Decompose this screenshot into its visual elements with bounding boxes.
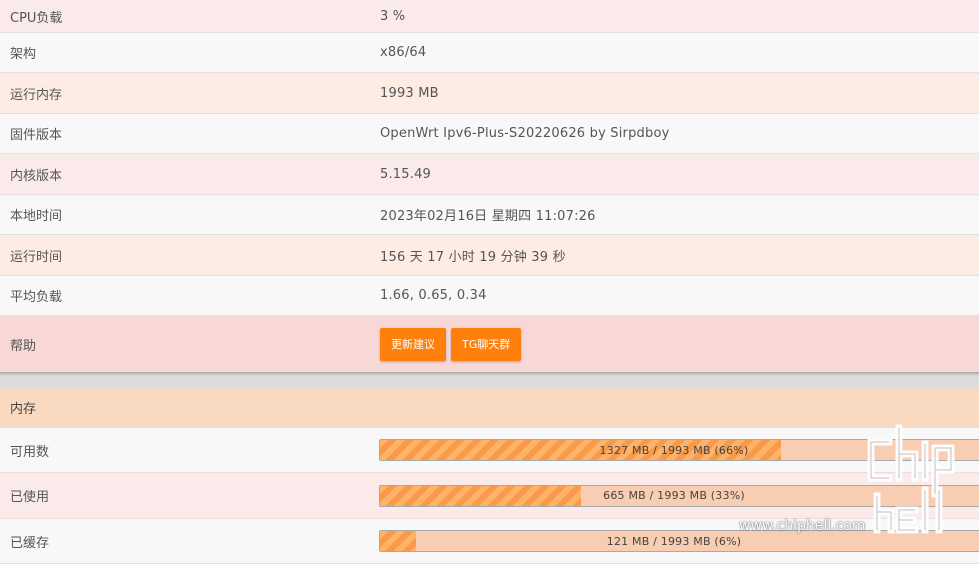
- row-label: 帮助: [10, 338, 37, 354]
- row-label: 运行内存: [10, 87, 63, 103]
- chiphell-watermark: www.chiphell.com: [739, 420, 969, 540]
- section-title: 内存: [10, 402, 37, 417]
- row-label: 已使用: [10, 490, 50, 505]
- section-separator: [0, 372, 979, 387]
- row-label: 平均负载: [10, 290, 63, 305]
- status-row-loadavg: 平均负载 1.66, 0.65, 0.34: [0, 276, 979, 316]
- row-label: 架构: [10, 47, 37, 62]
- row-label: 可用数: [10, 444, 50, 460]
- row-value: 2023年02月16日 星期四 11:07:26: [380, 209, 596, 224]
- row-value: OpenWrt Ipv6-Plus-S20220626 by Sirpdboy: [380, 126, 670, 141]
- row-value: 5.15.49: [380, 166, 432, 182]
- row-value: 1.66, 0.65, 0.34: [380, 288, 487, 303]
- status-row-memory: 运行内存 1993 MB: [0, 73, 979, 114]
- row-label: 内核版本: [10, 168, 63, 184]
- row-value: 156 天 17 小时 19 分钟 39 秒: [380, 249, 566, 265]
- tg-chat-group-button[interactable]: TG聊天群: [451, 327, 522, 361]
- row-label: 固件版本: [10, 128, 63, 143]
- status-row-firmware: 固件版本 OpenWrt Ipv6-Plus-S20220626 by Sirp…: [0, 114, 979, 154]
- status-row-uptime: 运行时间 156 天 17 小时 19 分钟 39 秒: [0, 235, 979, 276]
- update-suggestion-button[interactable]: 更新建议: [380, 327, 446, 361]
- status-row-localtime: 本地时间 2023年02月16日 星期四 11:07:26: [0, 195, 979, 235]
- row-label: 本地时间: [10, 209, 63, 224]
- row-value: 1993 MB: [380, 85, 439, 101]
- status-row-arch: 架构 x86/64: [0, 33, 979, 73]
- row-label: 运行时间: [10, 249, 63, 265]
- status-row-cpu: CPU负载 3 %: [0, 0, 979, 33]
- status-row-help: 帮助 更新建议 TG聊天群: [0, 316, 979, 372]
- row-value: 3 %: [380, 8, 406, 24]
- row-value: x86/64: [380, 45, 427, 60]
- help-buttons: 更新建议 TG聊天群: [380, 316, 526, 372]
- row-label: 已缓存: [10, 535, 50, 551]
- watermark-text: www.chiphell.com: [739, 518, 866, 534]
- status-row-kernel: 内核版本 5.15.49: [0, 154, 979, 195]
- row-label: CPU负载: [10, 10, 63, 26]
